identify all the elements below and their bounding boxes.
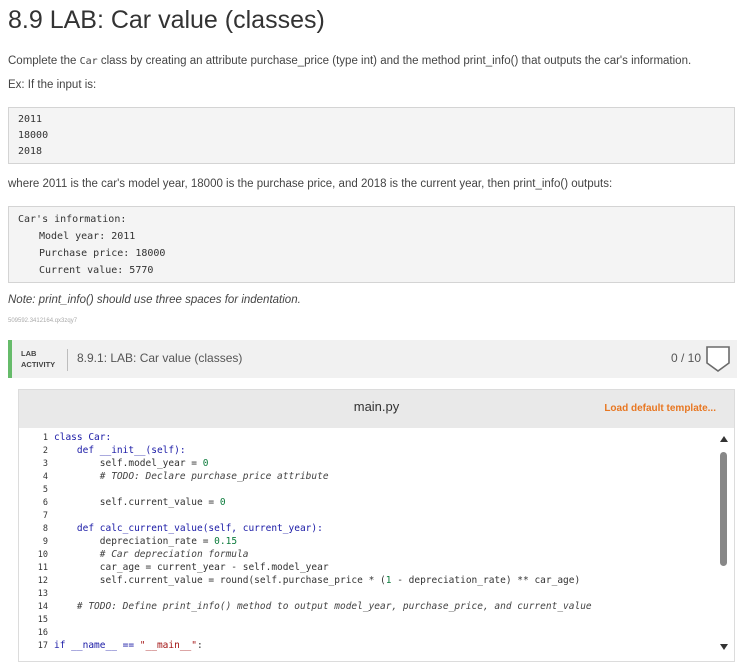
shield-icon (706, 346, 730, 372)
line-number: 4 (42, 472, 48, 482)
code-line: self.current_value = 0 (54, 497, 226, 508)
explanation-paragraph: where 2011 is the car's model year, 1800… (8, 178, 613, 190)
code-editor[interactable]: 1 2 3 4 5 6 7 8 9 10 11 12 13 14 15 16 1… (19, 428, 734, 661)
code-text: class Car: (54, 432, 112, 443)
code-line: depreciation_rate = 0.15 (54, 536, 237, 547)
scrollbar-thumb[interactable] (720, 452, 727, 566)
code-number: 0 (202, 458, 209, 469)
line-number: 14 (37, 602, 48, 612)
line-number: 5 (42, 485, 48, 495)
output-line: Model year: 2011 (39, 231, 136, 242)
lab-score: 0 / 10 (670, 351, 701, 365)
code-number: 0 (219, 497, 226, 508)
code-line: def calc_current_value(self, current_yea… (54, 523, 323, 534)
output-line: Car's information: (18, 214, 127, 225)
code-line: # TODO: Define print_info() method to ou… (54, 601, 592, 612)
line-number: 13 (37, 589, 48, 599)
line-number: 10 (37, 550, 48, 560)
line-number: 6 (42, 498, 48, 508)
code-line: class Car: (54, 432, 111, 443)
editor-header: main.py Load default template... (19, 390, 734, 428)
scroll-up-icon[interactable] (720, 436, 728, 442)
code-text: - depreciation_rate) ** car_age) (391, 575, 581, 586)
lab-activity-name: 8.9.1: LAB: Car value (classes) (77, 351, 243, 365)
code-line: self.current_value = round(self.purchase… (54, 575, 580, 586)
input-line: 2018 (18, 146, 43, 157)
line-number: 9 (42, 537, 48, 547)
lab-tag-line: LAB (21, 349, 37, 358)
line-number: 8 (42, 524, 48, 534)
lab-activity-tag: LAB ACTIVITY (21, 348, 55, 370)
scroll-down-icon[interactable] (720, 644, 728, 650)
input-line: 2011 (18, 114, 43, 125)
line-number: 3 (42, 459, 48, 469)
intro-text-end: class by creating an attribute purchase_… (97, 55, 692, 67)
code-text: self.model_year = (54, 458, 203, 469)
divider (67, 349, 68, 371)
line-number: 7 (42, 511, 48, 521)
code-text: : (197, 640, 203, 651)
code-comment: # TODO: Define print_info() method to ou… (54, 601, 592, 612)
indentation-note: Note: print_info() should use three spac… (8, 294, 301, 306)
line-number: 1 (42, 433, 48, 443)
code-line: # TODO: Declare purchase_price attribute (54, 471, 329, 482)
code-text: depreciation_rate = (54, 536, 215, 547)
load-default-template-link[interactable]: Load default template... (604, 403, 716, 414)
line-number: 11 (37, 563, 48, 573)
example-label: Ex: If the input is: (8, 79, 97, 91)
output-line: Purchase price: 18000 (39, 248, 166, 259)
code-text: def __init__(self): (54, 445, 186, 456)
lab-activity-bar: LAB ACTIVITY 8.9.1: LAB: Car value (clas… (8, 340, 737, 378)
intro-paragraph: Complete the Car class by creating an at… (8, 55, 691, 67)
code-line: # Car depreciation formula (54, 549, 249, 560)
example-output-block: Car's information: Model year: 2011 Purc… (8, 206, 735, 283)
line-number: 16 (37, 628, 48, 638)
editor-scrollbar[interactable] (716, 428, 732, 661)
code-editor-panel: main.py Load default template... 1 2 3 4… (18, 389, 735, 662)
line-number: 12 (37, 576, 48, 586)
lab-tag-line: ACTIVITY (21, 360, 56, 369)
line-number: 17 (37, 641, 48, 651)
intro-text-start: Complete the (8, 55, 80, 67)
code-comment: # Car depreciation formula (54, 549, 249, 560)
code-number: 0.15 (214, 536, 238, 547)
line-number-gutter: 1 2 3 4 5 6 7 8 9 10 11 12 13 14 15 16 1… (19, 428, 49, 661)
code-text: def calc_current_value(self, current_yea… (54, 523, 323, 534)
line-number: 2 (42, 446, 48, 456)
code-text: if __name__ == (54, 640, 140, 651)
line-number: 15 (37, 615, 48, 625)
page-title: 8.9 LAB: Car value (classes) (8, 6, 325, 34)
intro-code-car: Car (79, 56, 98, 67)
code-text: self.current_value = round(self.purchase… (54, 575, 386, 586)
code-text: self.current_value = (54, 497, 220, 508)
code-text: car_age = current_year - self.model_year (54, 562, 329, 573)
code-line: def __init__(self): (54, 445, 186, 456)
example-input-block: 2011 18000 2018 (8, 107, 735, 164)
code-line: if __name__ == "__main__": (54, 640, 203, 651)
code-line: car_age = current_year - self.model_year (54, 562, 329, 573)
code-string: "__main__" (139, 640, 197, 651)
activity-id: 509592.3412164.qx3zqy7 (8, 318, 78, 324)
input-line: 18000 (18, 130, 49, 141)
output-line: Current value: 5770 (39, 265, 154, 276)
code-line: self.model_year = 0 (54, 458, 209, 469)
code-comment: # TODO: Declare purchase_price attribute (54, 471, 329, 482)
